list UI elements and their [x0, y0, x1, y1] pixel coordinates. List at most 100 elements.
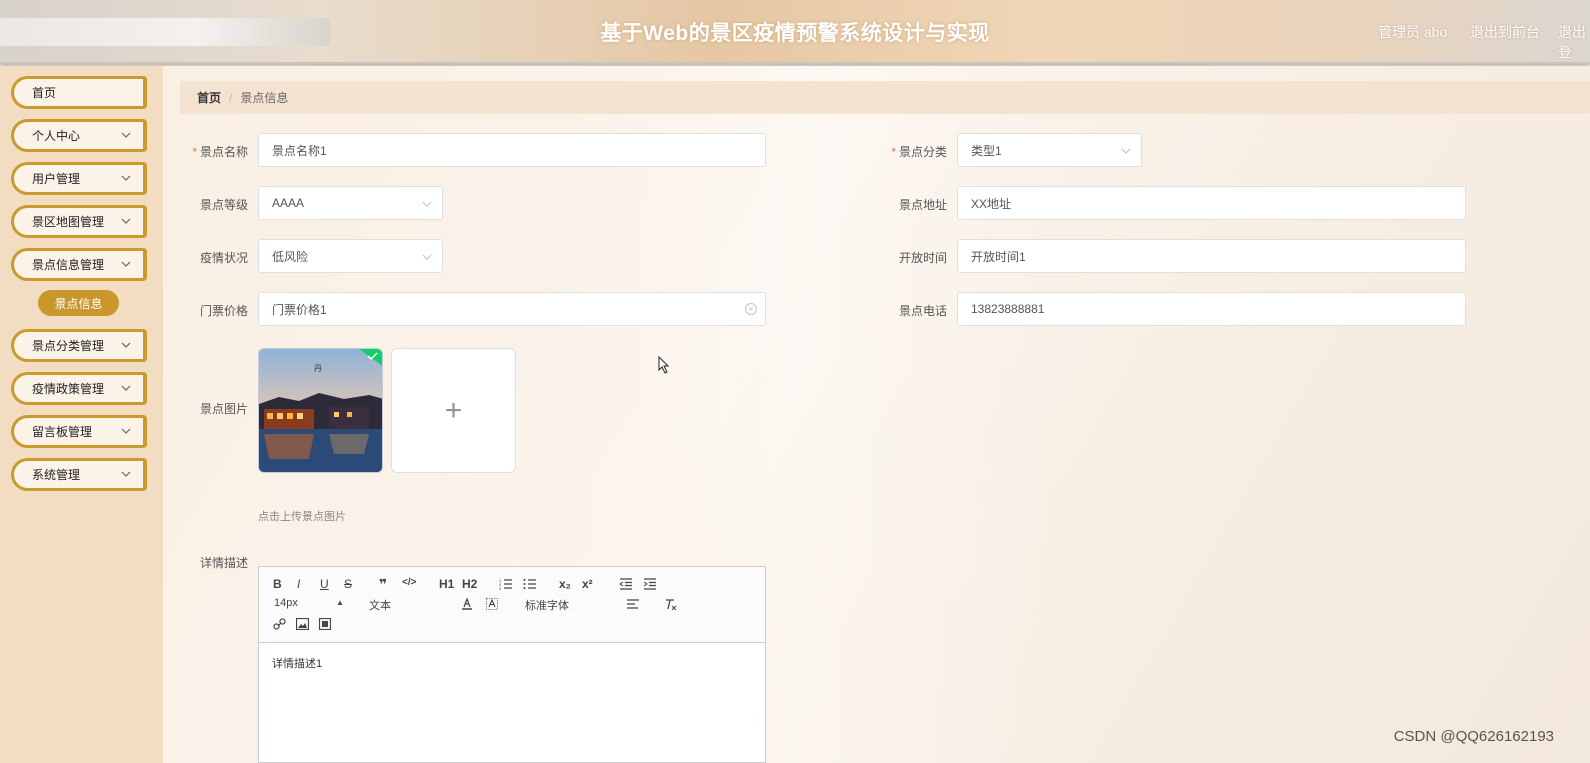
sidebar-subitem-spot-info[interactable]: 景点信息 [38, 290, 119, 316]
breadcrumb-separator: / [229, 90, 233, 105]
sidebar-item-home[interactable]: 首页 [11, 76, 147, 109]
spot-level-select[interactable]: AAAA [258, 186, 443, 220]
code-block-icon[interactable]: </> [402, 577, 416, 588]
chevron-down-icon [121, 471, 131, 477]
sidebar-item-system-management[interactable]: 系统管理 [11, 458, 147, 491]
ticket-price-value: 门票价格1 [272, 302, 327, 317]
chevron-down-icon [121, 218, 131, 224]
sidebar-item-label: 疫情政策管理 [32, 382, 105, 396]
open-time-input[interactable]: 开放时间1 [957, 239, 1466, 273]
exit-to-front-link[interactable]: 退出到前台 [1470, 22, 1540, 42]
font-color-icon[interactable] [461, 598, 473, 610]
chevron-down-icon [422, 254, 432, 260]
sidebar-item-label: 首页 [32, 86, 57, 100]
header2-icon[interactable]: H2 [462, 577, 477, 591]
spot-address-input[interactable]: XX地址 [957, 186, 1466, 220]
spot-name-input[interactable]: 景点名称1 [258, 133, 766, 167]
sidebar-item-label: 景点信息管理 [32, 258, 105, 272]
breadcrumb-home[interactable]: 首页 [197, 89, 221, 106]
video-icon[interactable] [319, 618, 331, 630]
editor-content[interactable]: 详情描述1 [259, 643, 765, 683]
sidebar-item-label: 个人中心 [32, 129, 81, 143]
clear-format-icon[interactable] [664, 598, 678, 611]
sidebar-item-map-management[interactable]: 景区地图管理 [11, 205, 147, 238]
admin-user-label: 管理员 abo [1378, 24, 1448, 40]
open-time-label: 开放时间 [898, 251, 947, 265]
app-title: 基于Web的景区疫情预警系统设计与实现 [600, 22, 990, 45]
scenic-photo: 丹 [259, 349, 382, 472]
sidebar-item-label: 景点分类管理 [32, 339, 105, 353]
sidebar-item-label: 留言板管理 [32, 425, 93, 439]
plus-icon: + [444, 393, 463, 427]
spot-name-label: * 景点名称 [192, 145, 248, 159]
spot-level-label: 景点等级 [199, 198, 248, 212]
image-icon[interactable] [296, 618, 309, 630]
sidebar-item-policy-management[interactable]: 疫情政策管理 [11, 372, 147, 405]
italic-icon[interactable]: I [297, 577, 300, 591]
sidebar-item-label: 景区地图管理 [32, 215, 105, 229]
required-mark: * [891, 145, 896, 159]
chevron-down-icon [121, 175, 131, 181]
watermark-text: CSDN @QQ626162193 [1393, 728, 1554, 745]
upload-tip: 点击上传景点图片 [258, 511, 346, 523]
logout-link[interactable]: 退出登 [1558, 22, 1590, 62]
align-left-icon[interactable] [626, 598, 640, 610]
main-content: 首页 / 景点信息 * 景点名称 景点名称1 * 景点分类 类型1 景点等级 AAA… [163, 66, 1590, 763]
chevron-down-icon [121, 342, 131, 348]
spot-address-label: 景点地址 [898, 198, 947, 212]
indent-icon[interactable] [643, 578, 657, 590]
clear-icon[interactable]: × [745, 303, 757, 315]
svg-text:3: 3 [499, 586, 502, 590]
ticket-price-label: 门票价格 [199, 304, 248, 318]
outdent-icon[interactable] [619, 578, 633, 590]
chevron-down-icon [422, 201, 432, 207]
spot-category-select[interactable]: 类型1 [957, 133, 1142, 167]
rich-text-editor[interactable]: B I U S ❞ </> H1 H2 123 x₂ x² 14px ▲ 文本 标… [258, 566, 766, 763]
spot-level-value: AAAA [272, 196, 305, 210]
spot-category-value: 类型1 [971, 143, 1002, 158]
link-icon[interactable] [273, 618, 286, 631]
strikethrough-icon[interactable]: S [344, 577, 352, 591]
chevron-down-icon [121, 132, 131, 138]
upload-image-button[interactable]: + [391, 348, 516, 473]
chevron-down-icon [121, 385, 131, 391]
sidebar-item-message-board[interactable]: 留言板管理 [11, 415, 147, 448]
sidebar-item-category-management[interactable]: 景点分类管理 [11, 329, 147, 362]
epidemic-status-value: 低风险 [272, 249, 309, 264]
breadcrumb-current: 景点信息 [240, 91, 289, 105]
spot-phone-value: 13823888881 [971, 302, 1045, 316]
ordered-list-icon[interactable]: 123 [499, 578, 513, 590]
spot-phone-label: 景点电话 [898, 304, 947, 318]
sidebar-item-user-management[interactable]: 用户管理 [11, 162, 147, 195]
mouse-cursor-icon [658, 356, 670, 374]
bullet-list-icon[interactable] [523, 578, 537, 590]
spot-image-label: 景点图片 [199, 402, 248, 416]
spot-category-label: * 景点分类 [891, 145, 947, 159]
underline-icon[interactable]: U [320, 577, 329, 591]
svg-text:丹: 丹 [314, 364, 322, 373]
required-mark: * [192, 145, 197, 159]
font-size-select[interactable]: 14px ▲ [274, 597, 344, 609]
subscript-icon[interactable]: x₂ [559, 577, 571, 591]
blockquote-icon[interactable]: ❞ [379, 576, 387, 593]
description-label: 详情描述 [199, 556, 248, 570]
bold-icon[interactable]: B [273, 577, 282, 591]
header1-icon[interactable]: H1 [439, 577, 454, 591]
spot-name-value: 景点名称1 [272, 143, 327, 158]
chevron-down-icon [1121, 148, 1131, 154]
spot-phone-input[interactable]: 13823888881 [957, 292, 1466, 326]
top-header: 基于Web的景区疫情预警系统设计与实现 管理员 abo 退出到前台 退出登 [0, 0, 1590, 64]
font-family-select[interactable]: 标准字体 [525, 597, 569, 613]
sidebar-item-label: 用户管理 [32, 172, 81, 186]
epidemic-status-select[interactable]: 低风险 [258, 239, 443, 273]
sidebar-item-personal-center[interactable]: 个人中心 [11, 119, 147, 152]
background-color-icon[interactable] [486, 598, 498, 610]
uploaded-image-thumbnail[interactable]: 丹 [258, 348, 383, 473]
chevron-down-icon [121, 261, 131, 267]
sidebar-item-spot-info-management[interactable]: 景点信息管理 [11, 248, 147, 281]
ticket-price-input[interactable]: 门票价格1 × [258, 292, 766, 326]
editor-toolbar: B I U S ❞ </> H1 H2 123 x₂ x² 14px ▲ 文本 标… [259, 567, 765, 643]
block-type-select[interactable]: 文本 [369, 597, 391, 613]
epidemic-status-label: 疫情状况 [199, 251, 248, 265]
superscript-icon[interactable]: x² [582, 577, 593, 591]
